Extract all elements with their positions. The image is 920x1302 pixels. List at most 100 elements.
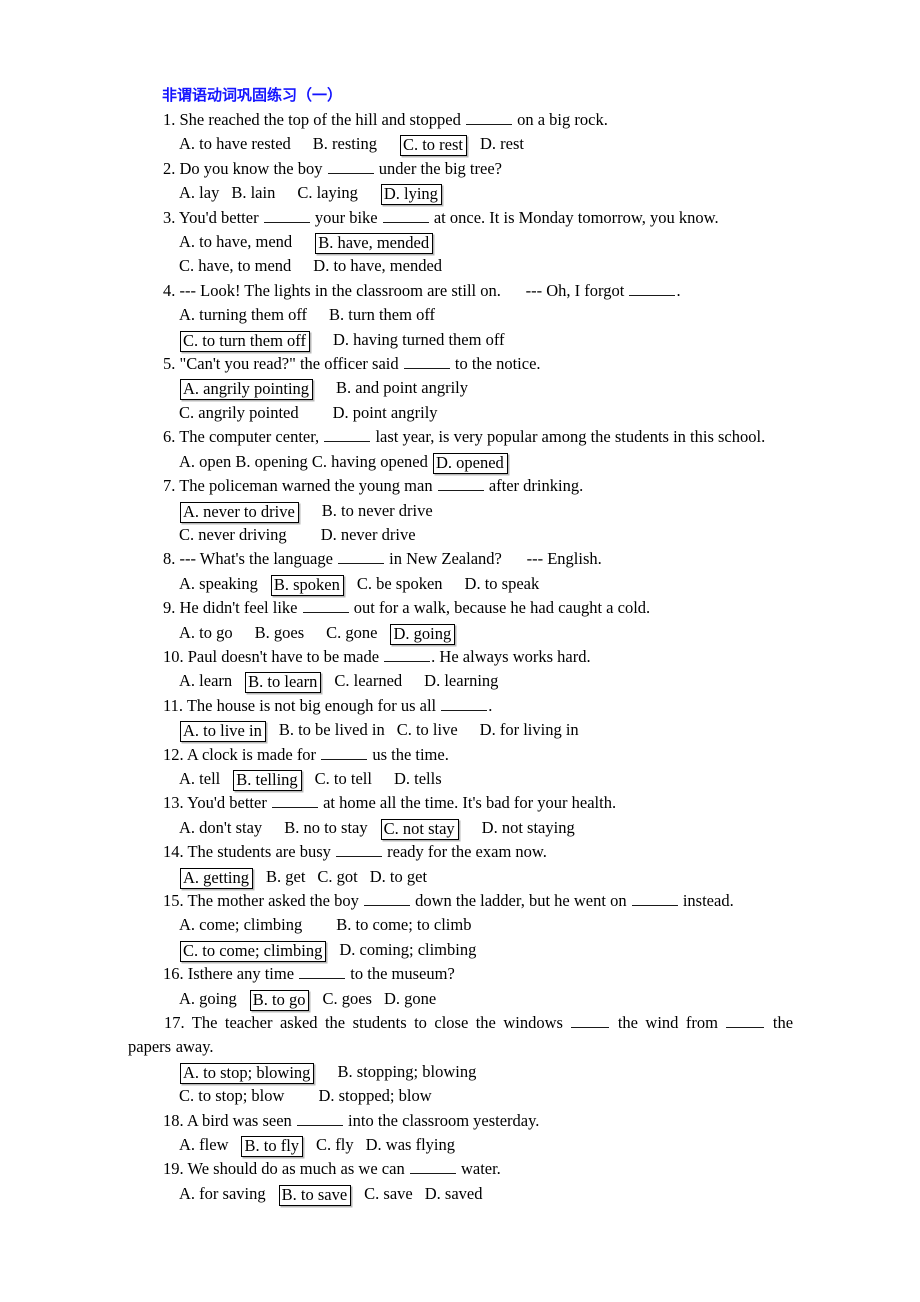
- option-choice[interactable]: A. learn: [179, 671, 232, 690]
- option-choice[interactable]: D. to speak: [465, 574, 540, 593]
- option-choice[interactable]: A. open: [179, 452, 231, 471]
- option-choice[interactable]: B. lain: [231, 183, 275, 202]
- option-choice[interactable]: D. coming; climbing: [339, 940, 476, 959]
- option-choice[interactable]: A. come; climbing: [179, 915, 302, 934]
- option-choice[interactable]: A. don't stay: [179, 818, 262, 837]
- option-choice[interactable]: A. turning them off: [179, 305, 307, 324]
- option-choice[interactable]: A. to have rested: [179, 134, 291, 153]
- question-prompt: 17. The teacher asked the students to cl…: [128, 1011, 793, 1060]
- question-block: 6. The computer center, last year, is ve…: [128, 425, 793, 474]
- answer-blank: [338, 548, 385, 565]
- option-choice[interactable]: C. fly: [316, 1135, 354, 1154]
- option-selected[interactable]: A. to stop; blowing: [180, 1062, 315, 1084]
- option-choice[interactable]: D. point angrily: [333, 403, 438, 422]
- option-selected[interactable]: C. to rest: [399, 135, 468, 157]
- answer-blank: [363, 890, 410, 906]
- option-row: A. come; climbing B. to come; to climb: [128, 913, 793, 937]
- option-selected[interactable]: B. to learn: [245, 672, 322, 694]
- question-prompt: 12. A clock is made for us the time.: [128, 743, 793, 767]
- option-choice[interactable]: D. not staying: [482, 818, 575, 837]
- option-choice[interactable]: C. goes: [322, 989, 372, 1008]
- option-choice[interactable]: A. speaking: [179, 574, 258, 593]
- option-choice[interactable]: B. to never drive: [322, 501, 433, 520]
- option-selected[interactable]: A. getting: [180, 867, 253, 889]
- answer-blank: [327, 158, 374, 174]
- option-selected[interactable]: C. not stay: [380, 818, 459, 840]
- option-row: A. to live in B. to be lived in C. to live…: [128, 718, 793, 743]
- option-choice[interactable]: D. tells: [394, 769, 442, 788]
- option-selected[interactable]: A. to live in: [180, 721, 266, 743]
- option-choice[interactable]: D. stopped; blow: [318, 1086, 431, 1105]
- option-choice[interactable]: C. laying: [297, 183, 358, 202]
- option-choice[interactable]: D. to get: [370, 867, 427, 886]
- option-choice[interactable]: A. flew: [179, 1135, 228, 1154]
- option-choice[interactable]: B. turn them off: [329, 305, 435, 324]
- option-choice[interactable]: B. to be lived in: [279, 720, 385, 739]
- option-choice[interactable]: A. going: [179, 989, 237, 1008]
- option-choice[interactable]: D. learning: [424, 671, 498, 690]
- option-selected[interactable]: B. to fly: [241, 1136, 304, 1158]
- option-selected[interactable]: B. have, mended: [315, 233, 434, 255]
- option-selected[interactable]: D. lying: [380, 184, 442, 206]
- option-choice[interactable]: C. learned: [334, 671, 402, 690]
- option-selected[interactable]: D. going: [390, 623, 456, 645]
- option-selected[interactable]: B. spoken: [270, 574, 344, 596]
- option-choice[interactable]: C. be spoken: [357, 574, 443, 593]
- option-selected[interactable]: B. telling: [233, 769, 302, 791]
- option-choice[interactable]: B. opening: [235, 452, 307, 471]
- option-choice[interactable]: B. stopping; blowing: [337, 1062, 476, 1081]
- option-choice[interactable]: A. for saving: [179, 1184, 266, 1203]
- option-selected[interactable]: C. to come; climbing: [180, 940, 327, 962]
- option-choice[interactable]: D. to have, mended: [313, 256, 442, 275]
- option-selected[interactable]: C. to turn them off: [180, 330, 310, 352]
- answer-blank: [631, 890, 678, 906]
- option-choice[interactable]: C. save: [364, 1184, 413, 1203]
- option-choice[interactable]: D. gone: [384, 989, 436, 1008]
- option-row: A. to have, mend B. have, mended: [128, 230, 793, 255]
- option-choice[interactable]: D. having turned them off: [333, 330, 505, 349]
- option-choice[interactable]: A. to have, mend: [179, 232, 292, 251]
- option-choice[interactable]: C. to stop; blow: [179, 1086, 284, 1105]
- option-choice[interactable]: B. no to stay: [284, 818, 367, 837]
- question-text-tail: into the classroom yesterday.: [348, 1110, 540, 1130]
- option-choice[interactable]: B. get: [266, 867, 305, 886]
- option-choice[interactable]: C. to tell: [315, 769, 372, 788]
- option-choice[interactable]: C. got: [317, 867, 357, 886]
- question-number: 15.: [163, 891, 184, 910]
- option-selected[interactable]: B. to go: [249, 989, 310, 1011]
- option-choice[interactable]: C. gone: [326, 623, 377, 642]
- question-block: 3. You'd better your bike at once. It is…: [128, 206, 793, 279]
- option-choice[interactable]: B. goes: [255, 623, 305, 642]
- option-choice[interactable]: C. angrily pointed: [179, 403, 299, 422]
- answer-blank: [382, 206, 429, 223]
- option-choice[interactable]: C. to live: [397, 720, 458, 739]
- option-choice[interactable]: B. resting: [313, 134, 377, 153]
- option-row: A. to go B. goes C. gone D. going: [128, 621, 793, 645]
- question-text-tail: at home all the time. It's bad for your …: [323, 793, 617, 813]
- question-text-tail: under the big tree?: [378, 158, 502, 178]
- option-choice[interactable]: D. for living in: [480, 720, 579, 739]
- option-choice[interactable]: C. having opened: [312, 452, 428, 471]
- option-choice[interactable]: C. never driving: [179, 525, 287, 544]
- option-choice[interactable]: A. to go: [179, 623, 233, 642]
- question-text-tail: water.: [460, 1159, 501, 1179]
- option-selected[interactable]: B. to save: [278, 1184, 352, 1206]
- answer-blank: [336, 841, 383, 858]
- option-choice[interactable]: C. have, to mend: [179, 256, 291, 275]
- answer-blank: [403, 353, 450, 370]
- page-title: 非谓语动词巩固练习（一）: [162, 86, 343, 104]
- option-selected[interactable]: A. never to drive: [180, 501, 299, 523]
- option-selected[interactable]: D. opened: [432, 452, 508, 474]
- option-choice[interactable]: A. tell: [179, 769, 220, 788]
- option-choice[interactable]: B. to come; to climb: [336, 915, 471, 934]
- option-row: A. to stop; blowing B. stopping; blowing: [128, 1060, 793, 1084]
- option-choice[interactable]: D. rest: [480, 134, 524, 153]
- option-choice[interactable]: D. was flying: [366, 1135, 455, 1154]
- option-selected[interactable]: A. angrily pointing: [180, 379, 314, 401]
- option-choice[interactable]: A. lay: [179, 183, 219, 202]
- option-choice[interactable]: D. saved: [425, 1184, 483, 1203]
- question-text: The teacher asked the students to close …: [191, 1013, 563, 1033]
- option-choice[interactable]: D. never drive: [321, 525, 416, 544]
- option-choice[interactable]: B. and point angrily: [336, 378, 468, 397]
- question-text-tail: at once. It is Monday tomorrow, you know…: [433, 207, 719, 227]
